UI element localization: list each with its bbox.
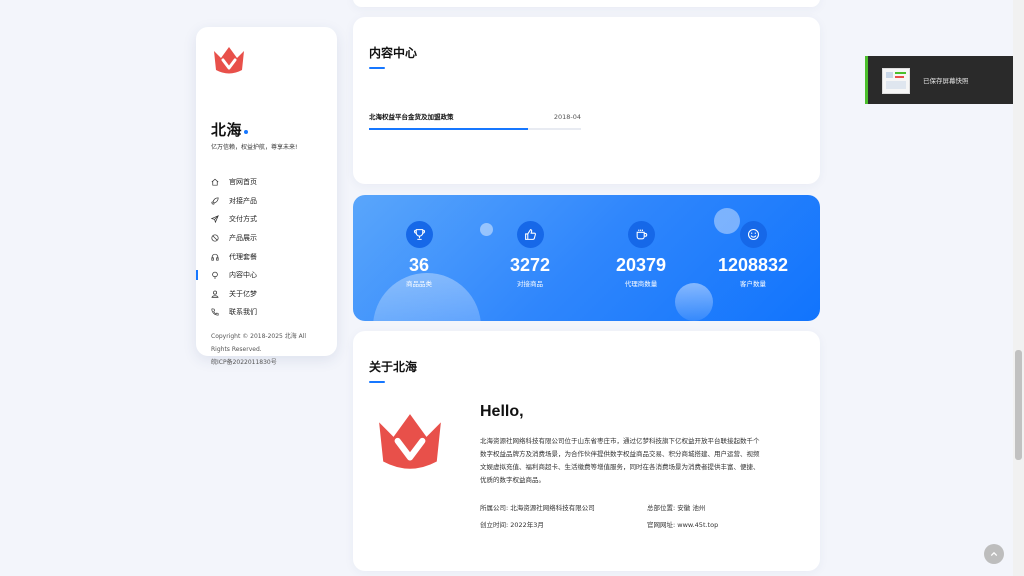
thumbs-up-icon [516, 221, 544, 248]
chevron-up-icon [990, 551, 998, 556]
sidebar-item-about[interactable]: 关于亿梦 [196, 285, 337, 304]
sidebar-item-label: 联系我们 [229, 308, 257, 317]
screenshot-thumbnail [882, 68, 910, 94]
stat-value: 36 [408, 255, 430, 275]
brand-slogan: 亿万信赖，权益护航，尊享未来! [211, 144, 298, 151]
home-icon [211, 178, 219, 186]
stat-customers: 1208832 客户数量 [713, 221, 793, 288]
about-text-line: 优质的数字权益商品。 [480, 476, 545, 484]
hello-heading: Hello, [480, 403, 524, 420]
news-divider-highlight [369, 128, 528, 130]
forbidden-icon [211, 234, 219, 242]
news-item[interactable]: 北海权益平台金货及加盟政策 2018-04 [369, 110, 581, 130]
smile-icon [739, 221, 767, 248]
title-underline [369, 67, 385, 69]
icp-link[interactable]: 皖ICP备2022011830号 [211, 356, 326, 369]
info-company: 所属公司: 北海资源社网络科技有限公司 [480, 504, 595, 512]
about-card: 关于北海 Hello, 北海资源社网络科技有限公司位于山东省枣庄市，通过亿梦科技… [353, 331, 820, 571]
send-icon [211, 215, 219, 224]
copyright-line: Rights Reserved. [211, 346, 262, 353]
info-website[interactable]: 官网网址: www.45t.top [647, 519, 718, 529]
scrollbar-thumb[interactable] [1015, 350, 1022, 460]
about-text-line: 文娱虚拟充值、福利商超卡、生活缴费等增值服务，同时在各消费场景为消费者提供丰富、… [480, 463, 760, 471]
about-text-line: 北海资源社网络科技有限公司位于山东省枣庄市，通过亿梦科技旗下亿权益开放平台联接起… [480, 437, 760, 445]
sidebar-item-label: 交付方式 [229, 215, 257, 224]
sidebar-item-label: 内容中心 [229, 271, 257, 280]
previous-section-card [353, 0, 820, 7]
phone-icon [211, 308, 219, 316]
sidebar-item-showcase[interactable]: 产品展示 [196, 229, 337, 248]
news-title[interactable]: 北海权益平台金货及加盟政策 [369, 111, 454, 121]
sidebar-item-products[interactable]: 对接产品 [196, 192, 337, 211]
section-title: 关于北海 [369, 360, 418, 374]
sidebar-item-agent-plans[interactable]: 代理套餐 [196, 247, 337, 266]
thumbnail-block [895, 76, 904, 78]
stats-banner: 36 商品品类 3272 对接商品 20379 代理商数量 1208832 客户… [353, 195, 820, 321]
coffee-cup-icon [627, 221, 655, 248]
toast-message: 已保存屏幕快照 [923, 77, 969, 85]
stat-value: 3272 [509, 255, 551, 275]
sidebar-item-label: 对接产品 [229, 196, 257, 205]
stat-value: 1208832 [717, 255, 789, 275]
sidebar-item-content-center[interactable]: 内容中心 [196, 266, 337, 285]
sidebar-item-home[interactable]: 官网首页 [196, 173, 337, 192]
sidebar-item-label: 官网首页 [229, 178, 257, 187]
stat-label: 代理商数量 [624, 280, 658, 288]
news-divider [369, 128, 581, 130]
thumbnail-block [895, 72, 906, 74]
crown-logo-icon [379, 414, 441, 469]
stat-connected-products: 3272 对接商品 [490, 221, 570, 288]
thumbnail-block [886, 72, 893, 78]
crown-logo-icon[interactable] [212, 45, 246, 77]
back-to-top-button[interactable] [984, 544, 1004, 564]
brand-name[interactable]: 北海 [211, 119, 249, 140]
title-underline [369, 381, 385, 383]
info-founded: 创立时间: 2022年3月 [480, 521, 544, 529]
bulb-icon [211, 271, 219, 279]
sidebar-item-label: 关于亿梦 [229, 289, 257, 298]
stat-label: 客户数量 [740, 280, 766, 288]
sidebar-nav: 官网首页 对接产品 交付方式 产品展示 代理套餐 内容中心 关于亿梦 联系我们 [196, 173, 337, 322]
headphones-icon [211, 253, 219, 261]
sidebar-item-label: 产品展示 [229, 234, 257, 243]
content-center-card: 内容中心 北海权益平台金货及加盟政策 2018-04 [353, 17, 820, 184]
trophy-icon [405, 221, 433, 248]
stat-agents: 20379 代理商数量 [601, 221, 681, 288]
section-title: 内容中心 [369, 46, 418, 60]
news-date: 2018-04 [553, 113, 581, 121]
stat-label: 商品品类 [406, 280, 432, 288]
copyright: Copyright © 2018-2025 北海 All Rights Rese… [211, 330, 326, 369]
stat-categories: 36 商品品类 [379, 221, 459, 288]
about-description: 北海资源社网络科技有限公司位于山东省枣庄市，通过亿梦科技旗下亿权益开放平台联接起… [480, 435, 805, 487]
brand-text: 北海 [211, 122, 243, 139]
stat-value: 20379 [615, 255, 667, 275]
screenshot-toast[interactable]: 已保存屏幕快照 [865, 56, 1024, 104]
decorative-bubble [675, 283, 713, 321]
rocket-icon [211, 197, 219, 205]
sidebar: 北海 亿万信赖，权益护航，尊享未来! 官网首页 对接产品 交付方式 产品展示 代… [196, 27, 337, 366]
stat-label: 对接商品 [517, 280, 543, 288]
info-location: 总部位置: 安徽 池州 [647, 504, 706, 512]
thumbnail-block [886, 81, 906, 89]
about-text-line: 数字权益品牌方及消费场景，为合作伙伴提供数字权益商品交易、积分商城搭建、用户运营… [480, 450, 760, 458]
sidebar-item-label: 代理套餐 [229, 252, 257, 261]
sidebar-item-delivery[interactable]: 交付方式 [196, 210, 337, 229]
user-icon [211, 290, 219, 298]
brand-dot [244, 130, 249, 134]
copyright-line: Copyright © 2018-2025 北海 All [211, 333, 307, 340]
page-scrollbar[interactable] [1013, 0, 1024, 576]
sidebar-item-contact[interactable]: 联系我们 [196, 303, 337, 322]
